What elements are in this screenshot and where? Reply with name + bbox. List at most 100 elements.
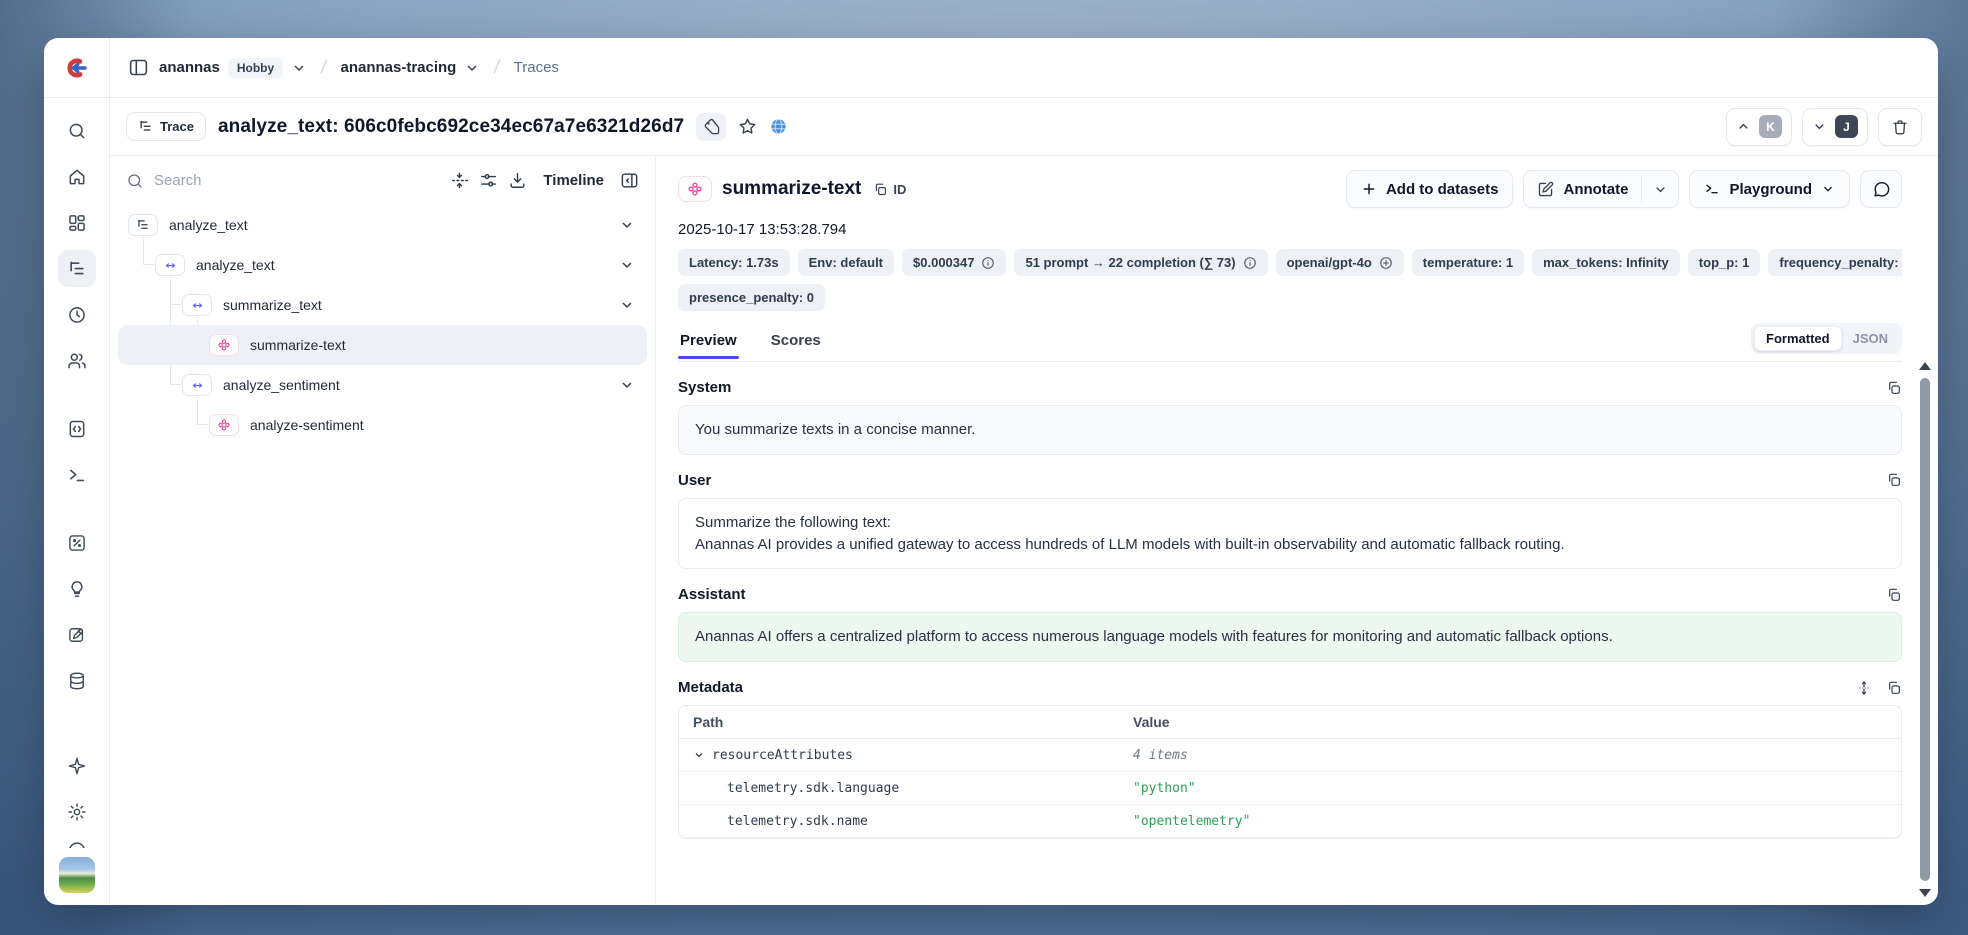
chevron-down-icon[interactable]: [619, 297, 635, 313]
chevron-down-icon: [1821, 182, 1835, 196]
preview-content: System You summarize texts in a concise …: [678, 379, 1902, 839]
breadcrumb-section[interactable]: Traces: [514, 59, 559, 76]
app-logo[interactable]: [44, 38, 110, 97]
tree-node-span[interactable]: analyze_sentiment: [118, 365, 647, 405]
sidebar-toggle-icon[interactable]: [128, 57, 149, 78]
sidebar-item-experiments[interactable]: [58, 616, 96, 653]
sidebar-item-users[interactable]: [58, 342, 96, 379]
shortcut-key-k: K: [1759, 115, 1782, 138]
info-icon[interactable]: [1243, 256, 1257, 270]
copy-icon[interactable]: [1886, 472, 1902, 488]
download-button[interactable]: [508, 171, 527, 190]
metadata-row: telemetry.sdk.name "opentelemetry": [679, 805, 1901, 838]
org-selector[interactable]: anannas Hobby: [159, 58, 307, 78]
pen-square-icon: [1537, 181, 1554, 198]
tree-search-input[interactable]: [154, 172, 274, 189]
tree-node-trace[interactable]: analyze_text: [118, 205, 647, 245]
tag-button[interactable]: [696, 113, 726, 141]
breadcrumb: anannas Hobby / anannas-tracing / Traces: [110, 38, 1938, 97]
next-trace-button[interactable]: J: [1802, 108, 1868, 146]
timeline-toggle[interactable]: Timeline: [543, 172, 604, 189]
tree-node-span[interactable]: analyze_text: [118, 245, 647, 285]
users-icon: [67, 351, 87, 371]
copy-icon[interactable]: [1886, 380, 1902, 396]
tag-icon: [703, 118, 720, 135]
expand-rows-icon[interactable]: [1856, 680, 1872, 696]
copy-icon[interactable]: [1886, 680, 1902, 696]
tree-node-span[interactable]: summarize_text: [118, 285, 647, 325]
section-title: User: [678, 472, 711, 489]
sidebar-item-annotation-queues[interactable]: [58, 570, 96, 607]
metadata-path: telemetry.sdk.language: [727, 781, 899, 796]
column-path: Path: [693, 714, 1133, 730]
tokens-badge: 51 prompt → 22 completion (∑ 73): [1014, 249, 1267, 276]
trace-tree: analyze_text analyze_text: [110, 201, 655, 905]
node-label: analyze_sentiment: [223, 377, 340, 393]
chevron-down-icon[interactable]: [619, 257, 635, 273]
sidebar-item-prompts[interactable]: [58, 410, 96, 447]
annotate-dropdown-button[interactable]: [1642, 171, 1678, 207]
sidebar-item-settings[interactable]: [58, 793, 96, 830]
tab-scores[interactable]: Scores: [769, 326, 823, 358]
tab-preview[interactable]: Preview: [678, 326, 739, 358]
trace-type-badge: Trace: [126, 112, 206, 141]
sidebar-item-sessions[interactable]: [58, 296, 96, 333]
plan-badge: Hobby: [228, 58, 283, 78]
chevron-down-icon[interactable]: [619, 217, 635, 233]
tree-search[interactable]: [126, 172, 440, 190]
top-navbar: anannas Hobby / anannas-tracing / Traces: [44, 38, 1938, 98]
trash-icon: [1891, 118, 1909, 136]
scrollbar-up-arrow[interactable]: [1919, 362, 1931, 370]
org-name: anannas: [159, 59, 220, 76]
metadata-row-group[interactable]: resourceAttributes 4 items: [679, 739, 1901, 772]
chevron-down-icon[interactable]: [619, 377, 635, 393]
profile-icon-clipped[interactable]: [67, 839, 87, 848]
info-icon[interactable]: [981, 256, 995, 270]
copy-icon[interactable]: [1886, 587, 1902, 603]
add-to-datasets-label: Add to datasets: [1386, 181, 1499, 198]
notebook-pen-icon: [67, 625, 87, 645]
scrollbar-thumb[interactable]: [1920, 378, 1930, 881]
sidebar-item-evaluations[interactable]: [58, 524, 96, 561]
prev-trace-button[interactable]: K: [1726, 108, 1792, 146]
sidebar-item-home[interactable]: [58, 158, 96, 195]
user-avatar[interactable]: [59, 857, 95, 893]
trace-tree-icon: [128, 214, 158, 236]
plus-circle-icon[interactable]: [1379, 256, 1393, 270]
sidebar-item-upgrade[interactable]: [58, 747, 96, 784]
top-p-badge: top_p: 1: [1688, 249, 1761, 276]
search-icon: [67, 121, 87, 141]
collapse-panel-button[interactable]: [620, 171, 639, 190]
trace-nav-actions: K J: [1726, 108, 1922, 146]
sidebar-item-search[interactable]: [58, 112, 96, 149]
annotate-button[interactable]: Annotate: [1524, 171, 1641, 207]
project-selector[interactable]: anannas-tracing: [340, 59, 480, 76]
delete-trace-button[interactable]: [1878, 108, 1922, 146]
sidebar-item-tracing[interactable]: [58, 250, 96, 287]
format-option-formatted[interactable]: Formatted: [1754, 326, 1842, 351]
trace-tree-icon: [67, 259, 87, 279]
column-value: Value: [1133, 714, 1887, 730]
sidebar-item-playground[interactable]: [58, 456, 96, 493]
tree-settings-button[interactable]: [479, 171, 498, 190]
format-option-json[interactable]: JSON: [1842, 327, 1899, 350]
public-link-button[interactable]: [769, 117, 788, 136]
playground-button[interactable]: Playground: [1689, 170, 1850, 208]
percent-square-icon: [67, 533, 87, 553]
add-to-datasets-button[interactable]: Add to datasets: [1346, 170, 1514, 208]
app-window: anannas Hobby / anannas-tracing / Traces: [44, 38, 1938, 905]
tree-node-generation-selected[interactable]: summarize-text: [118, 325, 647, 365]
tree-panel-toolbar: Timeline: [110, 156, 655, 201]
tree-node-generation[interactable]: analyze-sentiment: [118, 405, 647, 445]
collapse-all-button[interactable]: [450, 171, 469, 190]
scrollbar-down-arrow[interactable]: [1919, 889, 1931, 897]
caret-down-icon[interactable]: [693, 749, 705, 761]
sidebar-item-datasets[interactable]: [58, 662, 96, 699]
generation-icon: [209, 334, 239, 356]
comments-button[interactable]: [1860, 170, 1902, 208]
copy-id-button[interactable]: ID: [873, 182, 906, 197]
sidebar-item-dashboards[interactable]: [58, 204, 96, 241]
user-message: Summarize the following text: Anannas AI…: [678, 498, 1902, 570]
star-button[interactable]: [738, 117, 757, 136]
cost-badge: $0.000347: [902, 249, 1006, 276]
